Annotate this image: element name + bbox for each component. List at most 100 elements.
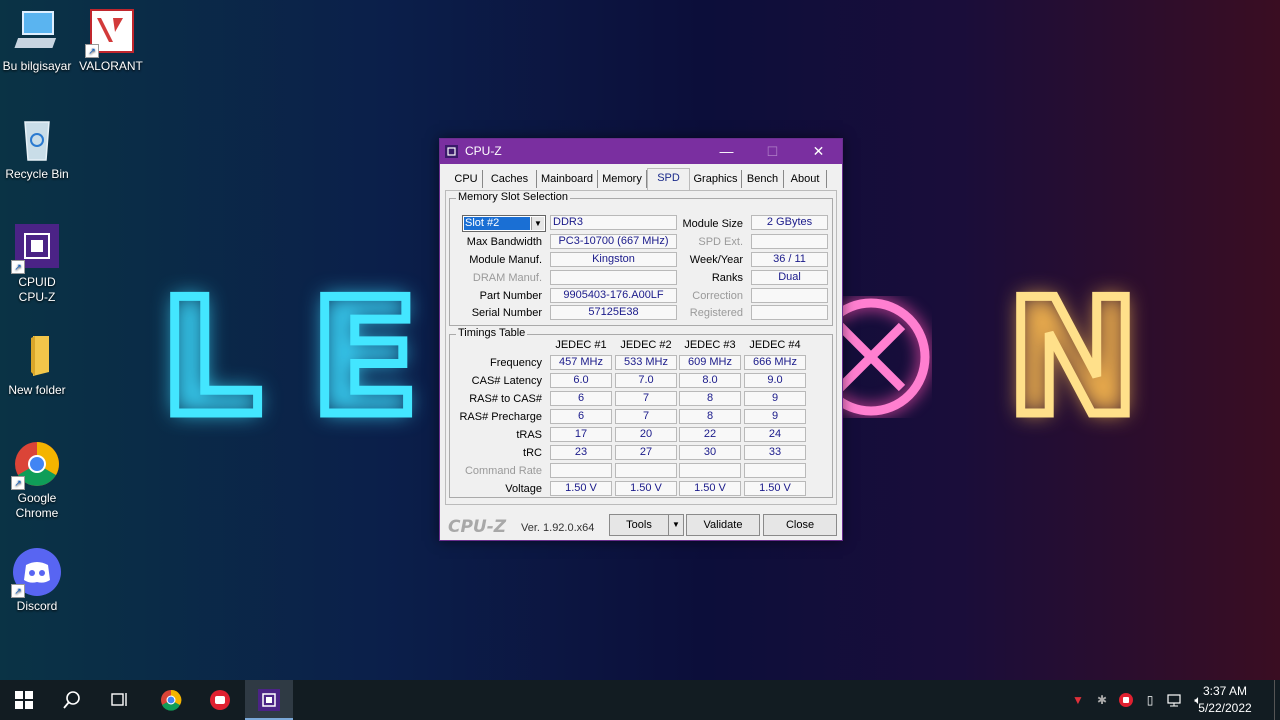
timing-row-label: Command Rate: [464, 465, 542, 477]
desktop-icon-label: Discord: [16, 599, 58, 613]
taskbar-chrome[interactable]: [147, 680, 195, 720]
timing-cell: 8.0: [679, 373, 741, 388]
timing-cell: 8: [679, 391, 741, 406]
desktop-icon-recycle-bin[interactable]: Recycle Bin: [0, 116, 74, 182]
timing-cell: 9.0: [744, 373, 806, 388]
timing-cell: 6: [550, 391, 612, 406]
wallpaper-letter-e: E: [305, 264, 423, 451]
close-window-button[interactable]: ✕: [796, 139, 841, 164]
timing-cell: [679, 463, 741, 478]
timing-row-label: Frequency: [490, 357, 542, 369]
shortcut-arrow-icon: ↗: [11, 260, 25, 274]
taskbar-cpuz[interactable]: [245, 680, 293, 720]
cpuz-icon: [258, 689, 280, 711]
tab-caches[interactable]: Caches: [483, 170, 537, 188]
desktop-icon-discord[interactable]: ↗ Discord: [0, 548, 74, 614]
start-button[interactable]: [0, 680, 48, 720]
part-number-field: 9905403-176.A00LF: [550, 288, 677, 303]
timing-row-label: tRC: [523, 447, 542, 459]
memory-type-field: DDR3: [550, 215, 677, 230]
desktop-icon-valorant[interactable]: ↗ VALORANT: [74, 8, 148, 74]
timing-cell: 27: [615, 445, 677, 460]
module-size-field: 2 GBytes: [751, 215, 828, 230]
shortcut-arrow-icon: ↗: [85, 44, 99, 58]
show-desktop-button[interactable]: [1274, 680, 1280, 720]
cpuz-icon: ↗: [11, 224, 61, 274]
system-clock[interactable]: 3:37 AM 5/22/2022: [1195, 683, 1255, 717]
window-title: CPU-Z: [465, 144, 502, 158]
registered-label: Registered: [689, 307, 743, 319]
desktop-icon-new-folder[interactable]: New folder: [0, 332, 74, 398]
computer-icon: [13, 8, 61, 56]
module-manuf-label: Module Manuf.: [469, 254, 542, 266]
module-manuf-field: Kingston: [550, 252, 677, 267]
correction-label: Correction: [692, 290, 743, 302]
tray-bug-icon[interactable]: ✱: [1094, 692, 1110, 708]
timing-row-label: RAS# to CAS#: [469, 393, 542, 405]
title-bar[interactable]: CPU-Z — ☐ ✕: [440, 139, 842, 164]
usb-device-icon[interactable]: ▯: [1142, 692, 1158, 708]
max-bandwidth-label: Max Bandwidth: [466, 236, 542, 248]
desktop-icon-label: New folder: [8, 383, 66, 397]
timing-cell: 9: [744, 409, 806, 424]
tab-about[interactable]: About: [784, 170, 827, 188]
desktop-icon-chrome[interactable]: ↗ Google Chrome: [0, 440, 74, 521]
slot-select[interactable]: Slot #2 ▼: [462, 215, 546, 232]
timing-col-header: JEDEC #3: [684, 339, 736, 351]
task-view-button[interactable]: [96, 680, 144, 720]
dram-manuf-field: [550, 270, 677, 285]
timing-row-label: Voltage: [505, 483, 542, 495]
timing-cell: 17: [550, 427, 612, 442]
tools-button[interactable]: Tools: [609, 514, 669, 536]
timing-cell: 33: [744, 445, 806, 460]
game-app-icon: [210, 690, 230, 710]
memory-slot-group: Memory Slot Selection Slot #2 ▼ DDR3 Mod…: [449, 191, 833, 326]
chrome-icon: [161, 689, 182, 711]
timing-cell: 30: [679, 445, 741, 460]
tab-cpu[interactable]: CPU: [450, 170, 483, 188]
tab-bench[interactable]: Bench: [742, 170, 784, 188]
timing-col-header: JEDEC #1: [555, 339, 607, 351]
tools-dropdown-chevron-icon[interactable]: ▼: [668, 514, 684, 536]
timing-cell: 7: [615, 391, 677, 406]
tab-mainboard[interactable]: Mainboard: [537, 170, 598, 188]
timing-cell: 533 MHz: [615, 355, 677, 370]
correction-field: [751, 288, 828, 303]
wallpaper-letter-n: N: [1002, 264, 1145, 451]
desktop-icon-this-pc[interactable]: Bu bilgisayar: [0, 8, 74, 74]
discord-icon: ↗: [11, 548, 61, 598]
tab-spd[interactable]: SPD: [647, 168, 690, 190]
search-button[interactable]: [48, 680, 96, 720]
timing-cell: 24: [744, 427, 806, 442]
desktop-icon-label: Recycle Bin: [5, 167, 69, 181]
serial-number-label: Serial Number: [471, 307, 542, 319]
timing-cell: 1.50 V: [615, 481, 677, 496]
minimize-button[interactable]: —: [704, 139, 749, 164]
timing-row-label: tRAS: [516, 429, 542, 441]
timing-cell: 1.50 V: [550, 481, 612, 496]
timing-col-header: JEDEC #2: [620, 339, 672, 351]
registered-field: [751, 305, 828, 320]
tab-graphics[interactable]: Graphics: [690, 170, 742, 188]
maximize-button: ☐: [766, 144, 779, 159]
module-size-label: Module Size: [682, 218, 743, 230]
validate-button[interactable]: Validate: [686, 514, 760, 536]
tray-valorant-icon[interactable]: ▼: [1070, 692, 1086, 708]
timing-col-header: JEDEC #4: [749, 339, 801, 351]
desktop-icon-label: CPUID CPU-Z: [18, 275, 56, 304]
desktop-icon-cpuz[interactable]: ↗ CPUID CPU-Z: [0, 224, 74, 305]
clock-date: 5/22/2022: [1198, 701, 1252, 715]
chrome-icon: ↗: [11, 440, 61, 490]
timing-cell: 7.0: [615, 373, 677, 388]
network-icon[interactable]: [1166, 692, 1182, 708]
chevron-down-icon[interactable]: ▼: [531, 217, 544, 230]
tray-game-app-icon[interactable]: [1118, 692, 1134, 708]
close-button[interactable]: Close: [763, 514, 837, 536]
footer-bar: CPU-Z Ver. 1.92.0.x64 Tools ▼ Validate C…: [440, 508, 842, 538]
folder-icon: [13, 332, 61, 380]
recycle-bin-icon: [13, 116, 61, 164]
timing-cell: 22: [679, 427, 741, 442]
spd-ext-label: SPD Ext.: [698, 236, 743, 248]
taskbar-game-app[interactable]: [196, 680, 244, 720]
tab-memory[interactable]: Memory: [598, 170, 647, 188]
